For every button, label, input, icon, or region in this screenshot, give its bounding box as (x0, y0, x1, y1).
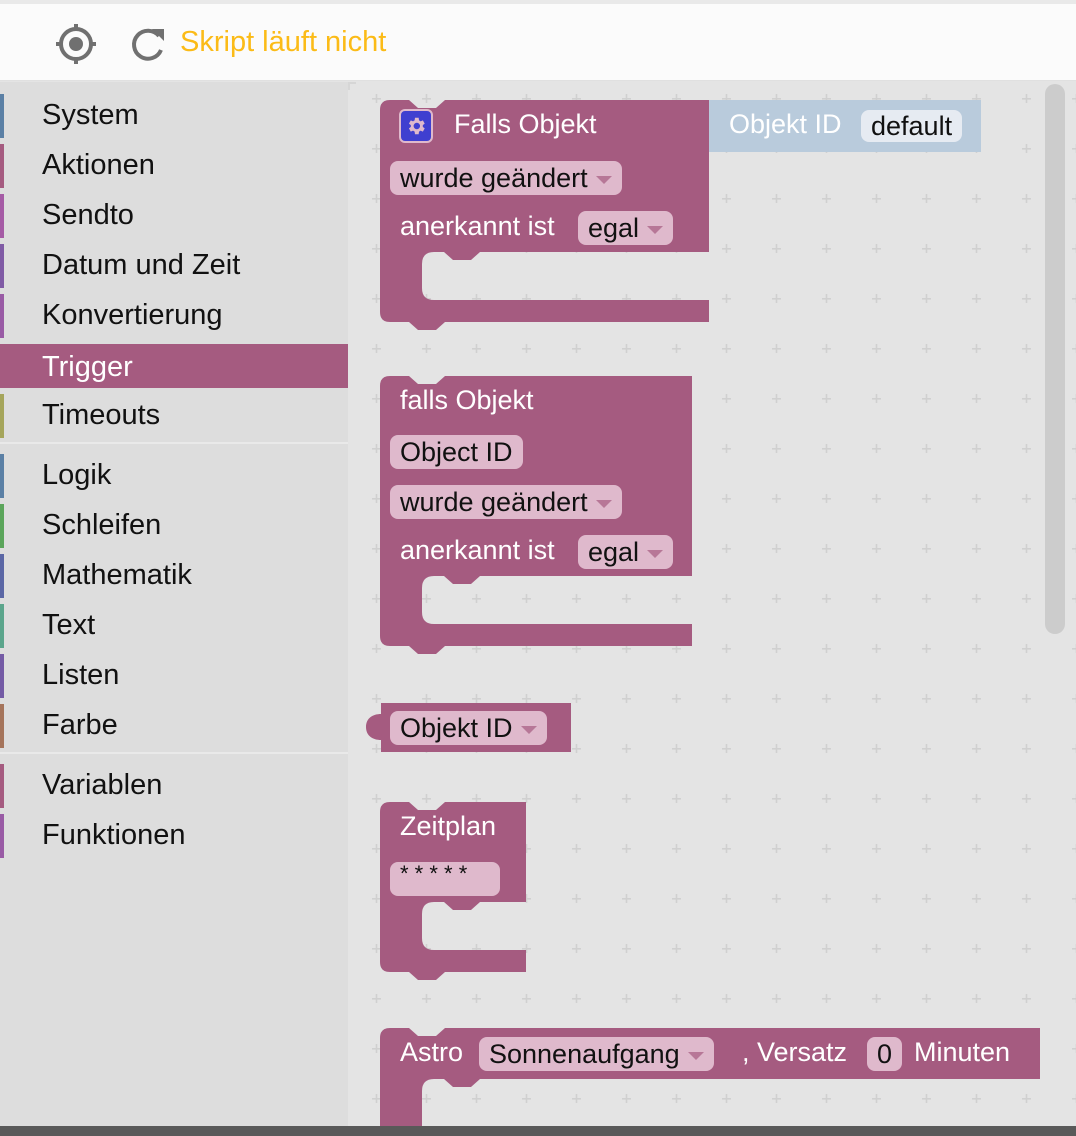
dropdown-arrow-icon (647, 549, 664, 558)
event-dropdown[interactable]: wurde geändert (390, 161, 622, 195)
objekt-id-label: Objekt ID (729, 109, 842, 139)
offset-field[interactable]: 0 (867, 1037, 903, 1071)
flyout-scrollbar[interactable] (1045, 84, 1065, 634)
ack-label: anerkannt ist (400, 211, 555, 241)
falls-objekt-title: Falls Objekt (454, 109, 597, 139)
objekt-id-dropdown[interactable]: Objekt ID (390, 711, 547, 745)
dropdown-arrow-icon (595, 499, 612, 508)
ack-dropdown-value: egal (588, 537, 640, 567)
event-dropdown-value: wurde geändert (400, 163, 588, 193)
dropdown-arrow-icon (520, 725, 537, 734)
ack-dropdown[interactable]: egal (578, 211, 674, 245)
zeitplan-title: Zeitplan (400, 811, 497, 841)
astro-event-value: Sonnenaufgang (489, 1039, 680, 1069)
object-id-field[interactable]: Object ID (390, 435, 523, 469)
dropdown-arrow-icon (647, 225, 664, 234)
dropdown-arrow-icon (687, 1051, 704, 1060)
event-dropdown-value: wurde geändert (400, 487, 588, 517)
dropdown-arrow-icon (595, 175, 612, 184)
objekt-id-dropdown-value: Objekt ID (400, 713, 513, 743)
offset-label: , Versatz (742, 1037, 848, 1067)
cron-field[interactable]: * * * * * (390, 862, 500, 896)
astro-title: Astro (400, 1037, 464, 1067)
falls-objekt-2-title: falls Objekt (400, 385, 534, 415)
astro-event-dropdown[interactable]: Sonnenaufgang (479, 1037, 714, 1071)
objekt-id-value-field[interactable]: default (861, 110, 963, 142)
unit-label: Minuten (914, 1037, 1011, 1067)
bottom-bar (0, 1126, 1076, 1136)
ack-dropdown-2[interactable]: egal (578, 535, 674, 569)
ack-dropdown-value: egal (588, 213, 640, 243)
event-dropdown-2[interactable]: wurde geändert (390, 485, 622, 519)
ack-label-2: anerkannt ist (400, 535, 555, 565)
gear-icon[interactable] (399, 109, 433, 143)
